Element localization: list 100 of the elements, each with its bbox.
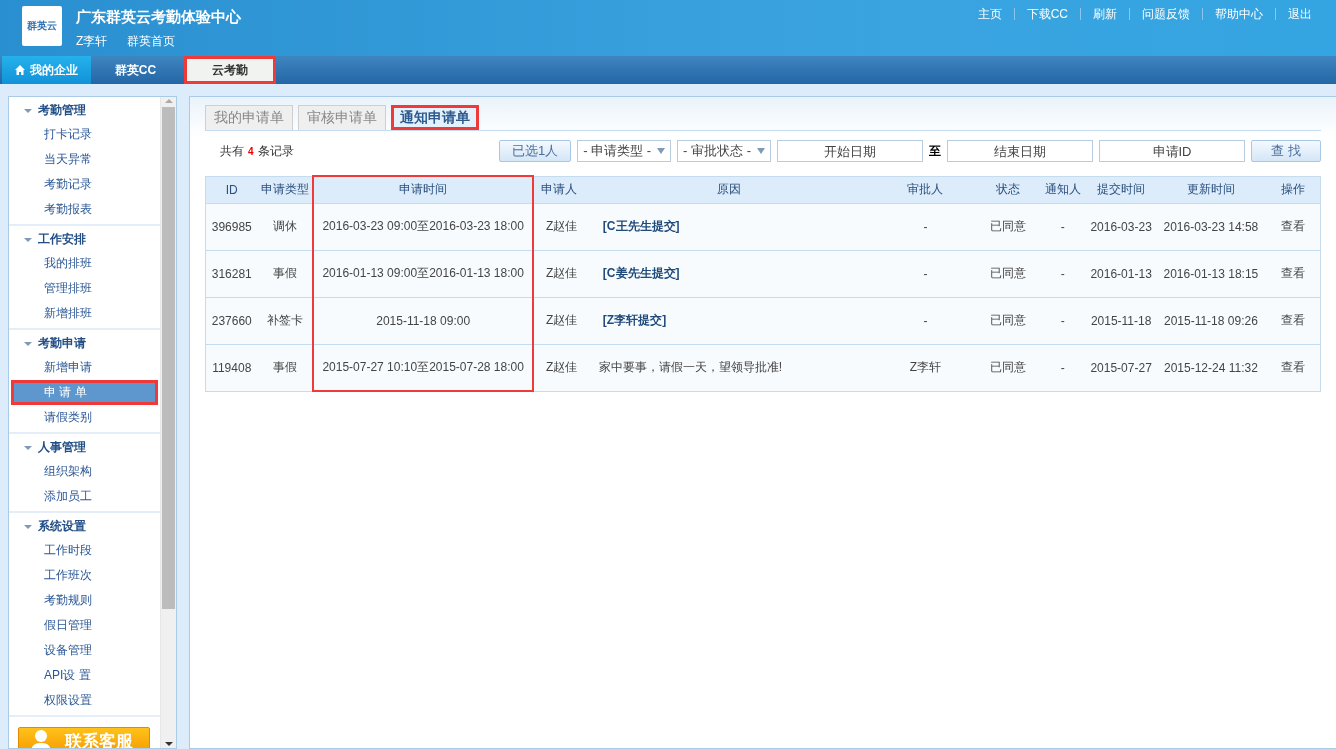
dropdown-icon — [757, 148, 765, 154]
table-cell: 已同意 — [990, 266, 1027, 280]
dropdown-icon — [657, 148, 666, 154]
table-cell: 2016-01-13 18:15 — [1163, 266, 1259, 281]
sidebar-item[interactable]: 当天异常 — [11, 147, 158, 172]
sidebar-group-title[interactable]: 工作安排 — [9, 228, 160, 251]
scrollbar-thumb[interactable] — [162, 107, 175, 609]
table-cell: 119408 — [212, 360, 252, 375]
sidebar-item[interactable]: 我的排班 — [11, 251, 158, 276]
table-cell: 已同意 — [990, 219, 1027, 233]
type-select[interactable]: - 申请类型 - — [577, 140, 672, 162]
start-date-field[interactable]: 开始日期 — [777, 140, 923, 162]
user-name: Z李轩 — [76, 33, 108, 50]
table-cell: 237660 — [211, 313, 252, 328]
table-cell: Z赵佳 — [546, 266, 578, 280]
table-cell: 补签卡 — [266, 313, 303, 327]
column-header: 原因 — [584, 176, 874, 203]
sidebar-item[interactable]: 打卡记录 — [11, 122, 158, 147]
column-header: 申请时间 — [313, 176, 534, 203]
caret-icon — [24, 106, 32, 115]
table-cell: - — [923, 266, 928, 281]
table-cell: Z赵佳 — [546, 313, 578, 327]
sidebar-item[interactable]: 考勤报表 — [11, 197, 158, 222]
sidebar-item[interactable]: 考勤记录 — [11, 172, 158, 197]
sidebar-item[interactable]: 考勤规则 — [11, 588, 158, 613]
sidebar-item[interactable]: 管理排班 — [11, 276, 158, 301]
tab[interactable]: 通知申请单 — [391, 105, 479, 130]
caret-icon — [24, 522, 32, 531]
scrollbar[interactable] — [160, 97, 176, 748]
sidebar-group-title[interactable]: 考勤管理 — [9, 99, 160, 122]
view-link[interactable]: 查看 — [1280, 360, 1305, 374]
sidebar-item[interactable]: 设备管理 — [11, 638, 158, 663]
search-button[interactable]: 查 找 — [1251, 140, 1321, 162]
table-cell: 2015-12-24 11:32 — [1163, 360, 1258, 375]
table-cell: 2015-07-27 10:10至2015-07-28 18:00 — [322, 359, 524, 374]
table-cell: - — [923, 219, 928, 234]
table-cell: - — [1060, 360, 1065, 375]
home-icon — [15, 65, 25, 75]
column-header: ID — [205, 176, 258, 203]
range-separator: 至 — [929, 142, 941, 160]
sidebar-item[interactable]: 组织架构 — [11, 459, 158, 484]
table-cell: 已同意 — [990, 360, 1027, 374]
table-cell: 2016-01-13 09:00至2016-01-13 18:00 — [322, 266, 524, 280]
sidebar-item[interactable]: 工作班次 — [11, 563, 158, 588]
sidebar-group-title[interactable]: 人事管理 — [9, 436, 160, 459]
sidebar-item[interactable]: API设 置 — [11, 663, 158, 688]
column-header: 操作 — [1265, 176, 1321, 203]
reason-link[interactable]: [C王先生提交] — [602, 219, 680, 233]
sidebar-item[interactable]: 新增申请 — [11, 355, 158, 380]
reason-link[interactable]: [Z李轩提交] — [602, 313, 667, 327]
reason-text: 家中要事，请假一天，望领导批准! — [598, 360, 783, 374]
column-header: 审批人 — [873, 176, 978, 203]
site-title: 广东群英云考勤体验中心 — [76, 8, 241, 27]
table-cell: 事假 — [272, 266, 297, 280]
table-cell: - — [1060, 266, 1065, 281]
end-date-field[interactable]: 结束日期 — [947, 140, 1093, 162]
table-cell: 已同意 — [990, 313, 1027, 327]
reason-link[interactable]: [C姜先生提交] — [602, 266, 680, 280]
column-header: 通知人 — [1039, 176, 1087, 203]
nav-tab[interactable]: 群英CC — [91, 56, 180, 84]
scroll-down-icon[interactable] — [164, 740, 173, 748]
sidebar-item[interactable]: 工作时段 — [11, 538, 158, 563]
table-cell: Z李轩 — [909, 360, 942, 374]
table-cell: - — [1060, 313, 1065, 328]
table-cell-text: 2016-03-23 — [1090, 218, 1153, 236]
scroll-up-icon[interactable] — [164, 97, 173, 105]
table-cell: 316281 — [211, 266, 252, 281]
sidebar-item[interactable]: 权限设置 — [11, 688, 158, 713]
table-cell: 2015-11-18 09:26 — [1163, 313, 1258, 328]
sidebar-group-title[interactable]: 系统设置 — [9, 515, 160, 538]
table-cell: 调休 — [272, 219, 297, 233]
caret-icon — [24, 443, 32, 452]
table-cell: Z赵佳 — [546, 219, 578, 233]
sidebar-group-title[interactable]: 考勤申请 — [9, 332, 160, 355]
caret-icon — [24, 235, 32, 244]
sidebar-item[interactable]: 假日管理 — [11, 613, 158, 638]
table-cell-text: 2015-11-18 — [1090, 312, 1153, 330]
record-count: 共有 4 条记录 — [220, 142, 294, 160]
sidebar-item[interactable]: 新增排班 — [11, 301, 158, 326]
sidebar-item[interactable]: 添加员工 — [11, 484, 158, 509]
column-header: 提交时间 — [1086, 176, 1157, 203]
column-header: 更新时间 — [1156, 176, 1266, 203]
table-cell: - — [923, 313, 928, 328]
id-field[interactable]: 申请ID — [1099, 140, 1245, 162]
view-link[interactable]: 查看 — [1280, 313, 1305, 327]
table-cell-text: 2015-07-27 — [1090, 359, 1153, 377]
table-cell: 2016-03-23 09:00至2016-03-23 18:00 — [322, 219, 524, 233]
nav-tab[interactable]: 云考勤 — [184, 56, 276, 84]
logo[interactable]: 群英云 — [22, 6, 62, 46]
table-cell: 2015-11-18 09:00 — [376, 313, 471, 328]
selected-people-button[interactable]: 已选1人 — [499, 140, 572, 162]
view-link[interactable]: 查看 — [1280, 266, 1305, 280]
caret-icon — [24, 339, 32, 348]
status-select[interactable]: - 审批状态 - — [677, 140, 771, 162]
table-cell-text: 2016-01-13 — [1090, 265, 1153, 283]
view-link[interactable]: 查看 — [1280, 219, 1305, 233]
table-cell: Z赵佳 — [546, 360, 578, 374]
table-cell: 事假 — [272, 360, 297, 374]
table-cell: - — [1060, 219, 1065, 234]
sidebar-item[interactable]: 请假类别 — [11, 405, 158, 430]
